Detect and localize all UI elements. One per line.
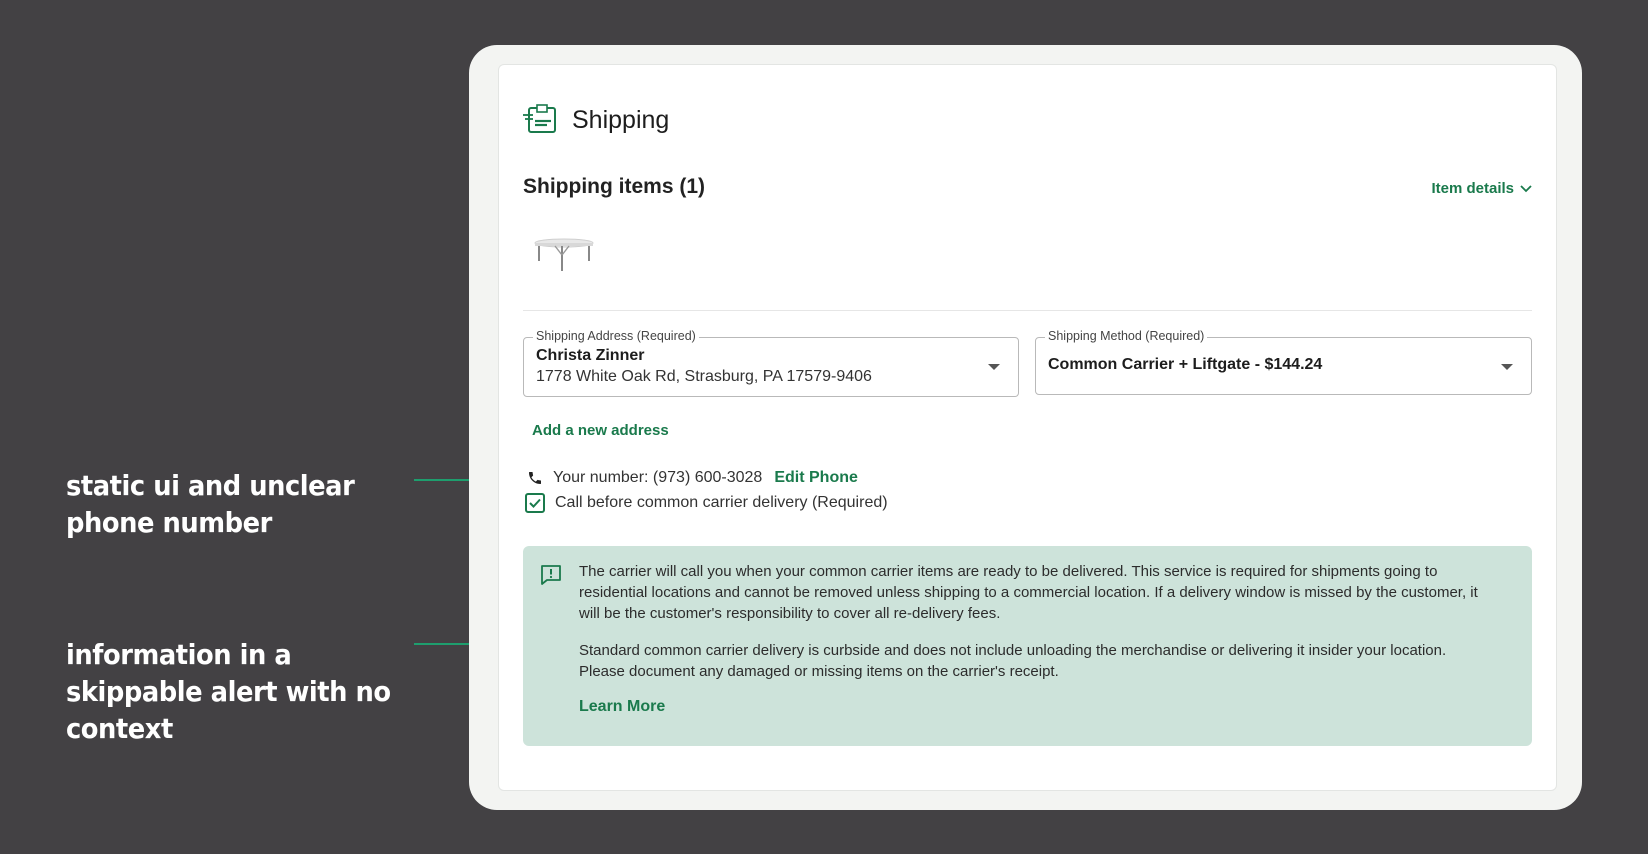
page-title: Shipping [572,105,670,134]
dropdown-arrow-icon [988,364,1000,370]
checkmark-icon [529,498,541,508]
alert-message-icon [541,565,561,585]
alert-paragraph: Standard common carrier delivery is curb… [579,642,1447,680]
shipping-box-icon [523,104,556,133]
shipping-header: Shipping [523,103,669,137]
address-line: 1778 White Oak Rd, Strasburg, PA 17579-9… [536,368,872,385]
section-divider [523,310,1532,311]
shipping-method-select[interactable]: Shipping Method (Required) Common Carrie… [1035,329,1532,395]
item-details-toggle[interactable]: Item details [1431,180,1532,197]
phone-row: Your number: (973) 600-3028 Edit Phone [527,469,858,487]
shipping-method-label: Shipping Method (Required) [1045,329,1208,343]
carrier-info-alert: The carrier will call you when your comm… [523,546,1532,746]
call-before-delivery-row: Call before common carrier delivery (Req… [525,493,888,513]
edit-phone-link[interactable]: Edit Phone [774,469,858,487]
add-new-address-link[interactable]: Add a new address [532,422,669,439]
learn-more-link[interactable]: Learn More [579,698,665,716]
dropdown-arrow-icon [1501,364,1513,370]
folding-table-image [534,238,594,271]
chevron-down-icon [1520,184,1532,192]
shipping-method-value: Common Carrier + Liftgate - $144.24 [1048,356,1323,373]
shipping-address-select[interactable]: Shipping Address (Required) Christa Zinn… [523,329,1019,397]
phone-icon [529,472,541,484]
call-before-delivery-checkbox[interactable] [525,493,545,513]
item-details-label: Item details [1431,180,1514,197]
alert-paragraph: The carrier will call you when your comm… [579,563,1478,622]
shipping-address-label: Shipping Address (Required) [533,329,699,343]
call-before-delivery-label: Call before common carrier delivery (Req… [555,494,888,511]
phone-number-text: Your number: (973) 600-3028 [553,469,763,486]
address-recipient-name: Christa Zinner [536,347,645,364]
shipping-card: Shipping Shipping items (1) Item details… [498,64,1557,791]
shipping-items-heading: Shipping items (1) [523,175,706,198]
annotation-alert-issue: information in a skippable alert with no… [66,638,391,745]
annotation-phone-issue: static ui and unclear phone number [66,469,355,539]
